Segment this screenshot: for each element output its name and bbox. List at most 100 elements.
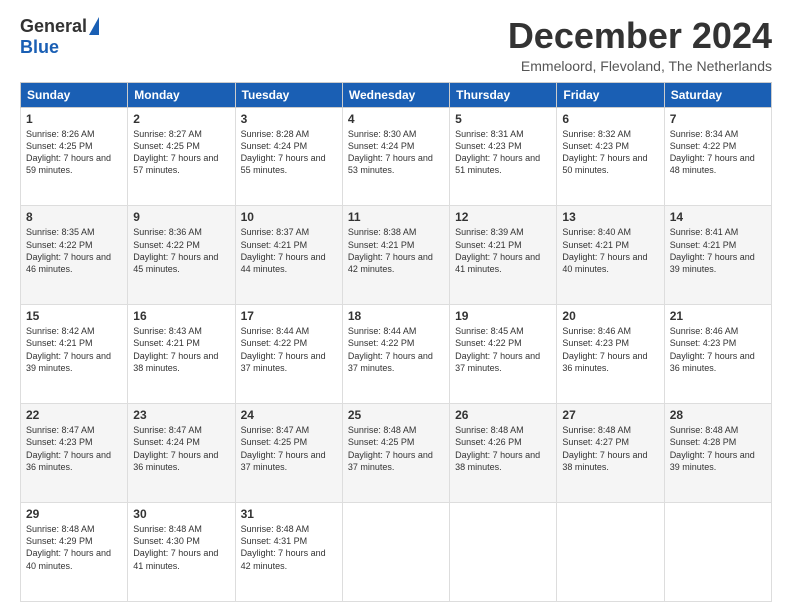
calendar-cell: 25 Sunrise: 8:48 AMSunset: 4:25 PMDayligh… [342,404,449,503]
day-number: 26 [455,408,551,422]
calendar-cell: 9Sunrise: 8:36 AMSunset: 4:22 PMDaylight… [128,206,235,305]
day-number: 4 [348,112,444,126]
day-number: 3 [241,112,337,126]
calendar-cell: 21 Sunrise: 8:46 AMSunset: 4:23 PMDayligh… [664,305,771,404]
cell-text: Sunrise: 8:28 AMSunset: 4:24 PMDaylight:… [241,128,337,177]
cell-text: Sunrise: 8:46 AMSunset: 4:23 PMDaylight:… [562,325,658,374]
day-number: 1 [26,112,122,126]
col-friday: Friday [557,82,664,107]
col-monday: Monday [128,82,235,107]
day-number: 7 [670,112,766,126]
cell-text: Sunrise: 8:48 AMSunset: 4:25 PMDaylight:… [348,424,444,473]
month-title: December 2024 [508,16,772,56]
day-number: 11 [348,210,444,224]
cell-text: Sunrise: 8:44 AMSunset: 4:22 PMDaylight:… [241,325,337,374]
cell-text: Sunrise: 8:35 AMSunset: 4:22 PMDaylight:… [26,226,122,275]
day-number: 12 [455,210,551,224]
cell-text: Sunrise: 8:39 AMSunset: 4:21 PMDaylight:… [455,226,551,275]
calendar-table: Sunday Monday Tuesday Wednesday Thursday… [20,82,772,602]
col-tuesday: Tuesday [235,82,342,107]
calendar-cell: 29Sunrise: 8:48 AMSunset: 4:29 PMDayligh… [21,503,128,602]
cell-text: Sunrise: 8:26 AMSunset: 4:25 PMDaylight:… [26,128,122,177]
calendar-cell: 24Sunrise: 8:47 AMSunset: 4:25 PMDayligh… [235,404,342,503]
calendar-cell: 22Sunrise: 8:47 AMSunset: 4:23 PMDayligh… [21,404,128,503]
day-number: 9 [133,210,229,224]
calendar-cell: 31Sunrise: 8:48 AMSunset: 4:31 PMDayligh… [235,503,342,602]
cell-text: Sunrise: 8:37 AMSunset: 4:21 PMDaylight:… [241,226,337,275]
cell-text: Sunrise: 8:48 AMSunset: 4:29 PMDaylight:… [26,523,122,572]
cell-text: Sunrise: 8:41 AMSunset: 4:21 PMDaylight:… [670,226,766,275]
day-number: 6 [562,112,658,126]
calendar-cell: 7 Sunrise: 8:34 AMSunset: 4:22 PMDaylight… [664,107,771,206]
header: General Blue December 2024 Emmeloord, Fl… [20,16,772,74]
calendar-row: 22Sunrise: 8:47 AMSunset: 4:23 PMDayligh… [21,404,772,503]
calendar-cell: 14 Sunrise: 8:41 AMSunset: 4:21 PMDayligh… [664,206,771,305]
day-number: 21 [670,309,766,323]
day-number: 5 [455,112,551,126]
day-number: 10 [241,210,337,224]
cell-text: Sunrise: 8:48 AMSunset: 4:28 PMDaylight:… [670,424,766,473]
day-number: 13 [562,210,658,224]
day-number: 15 [26,309,122,323]
calendar-row: 15 Sunrise: 8:42 AMSunset: 4:21 PMDayligh… [21,305,772,404]
day-number: 31 [241,507,337,521]
calendar-cell: 16 Sunrise: 8:43 AMSunset: 4:21 PMDayligh… [128,305,235,404]
cell-text: Sunrise: 8:48 AMSunset: 4:27 PMDaylight:… [562,424,658,473]
calendar-cell: 3 Sunrise: 8:28 AMSunset: 4:24 PMDaylight… [235,107,342,206]
day-number: 18 [348,309,444,323]
calendar-cell: 18 Sunrise: 8:44 AMSunset: 4:22 PMDayligh… [342,305,449,404]
cell-text: Sunrise: 8:32 AMSunset: 4:23 PMDaylight:… [562,128,658,177]
cell-text: Sunrise: 8:47 AMSunset: 4:23 PMDaylight:… [26,424,122,473]
calendar-cell: 13 Sunrise: 8:40 AMSunset: 4:21 PMDayligh… [557,206,664,305]
calendar-cell: 23 Sunrise: 8:47 AMSunset: 4:24 PMDayligh… [128,404,235,503]
day-number: 23 [133,408,229,422]
logo-triangle-icon [89,17,99,35]
calendar-row: 29Sunrise: 8:48 AMSunset: 4:29 PMDayligh… [21,503,772,602]
day-number: 20 [562,309,658,323]
cell-text: Sunrise: 8:42 AMSunset: 4:21 PMDaylight:… [26,325,122,374]
cell-text: Sunrise: 8:47 AMSunset: 4:25 PMDaylight:… [241,424,337,473]
page: General Blue December 2024 Emmeloord, Fl… [0,0,792,612]
calendar-cell [342,503,449,602]
day-number: 25 [348,408,444,422]
title-area: December 2024 Emmeloord, Flevoland, The … [508,16,772,74]
calendar-cell: 11Sunrise: 8:38 AMSunset: 4:21 PMDayligh… [342,206,449,305]
calendar-header-row: Sunday Monday Tuesday Wednesday Thursday… [21,82,772,107]
cell-text: Sunrise: 8:40 AMSunset: 4:21 PMDaylight:… [562,226,658,275]
calendar-cell: 30Sunrise: 8:48 AMSunset: 4:30 PMDayligh… [128,503,235,602]
col-sunday: Sunday [21,82,128,107]
cell-text: Sunrise: 8:46 AMSunset: 4:23 PMDaylight:… [670,325,766,374]
calendar-cell: 17Sunrise: 8:44 AMSunset: 4:22 PMDayligh… [235,305,342,404]
cell-text: Sunrise: 8:34 AMSunset: 4:22 PMDaylight:… [670,128,766,177]
calendar-cell: 15 Sunrise: 8:42 AMSunset: 4:21 PMDayligh… [21,305,128,404]
calendar-row: 1 Sunrise: 8:26 AMSunset: 4:25 PMDaylight… [21,107,772,206]
cell-text: Sunrise: 8:30 AMSunset: 4:24 PMDaylight:… [348,128,444,177]
calendar-cell: 2Sunrise: 8:27 AMSunset: 4:25 PMDaylight… [128,107,235,206]
day-number: 14 [670,210,766,224]
calendar-cell: 28 Sunrise: 8:48 AMSunset: 4:28 PMDayligh… [664,404,771,503]
cell-text: Sunrise: 8:45 AMSunset: 4:22 PMDaylight:… [455,325,551,374]
cell-text: Sunrise: 8:47 AMSunset: 4:24 PMDaylight:… [133,424,229,473]
cell-text: Sunrise: 8:31 AMSunset: 4:23 PMDaylight:… [455,128,551,177]
cell-text: Sunrise: 8:43 AMSunset: 4:21 PMDaylight:… [133,325,229,374]
calendar-cell: 6 Sunrise: 8:32 AMSunset: 4:23 PMDaylight… [557,107,664,206]
cell-text: Sunrise: 8:48 AMSunset: 4:30 PMDaylight:… [133,523,229,572]
calendar-cell: 4 Sunrise: 8:30 AMSunset: 4:24 PMDaylight… [342,107,449,206]
cell-text: Sunrise: 8:48 AMSunset: 4:26 PMDaylight:… [455,424,551,473]
calendar-cell: 5 Sunrise: 8:31 AMSunset: 4:23 PMDaylight… [450,107,557,206]
calendar-cell [557,503,664,602]
logo-general-text: General [20,16,87,37]
day-number: 8 [26,210,122,224]
cell-text: Sunrise: 8:44 AMSunset: 4:22 PMDaylight:… [348,325,444,374]
col-wednesday: Wednesday [342,82,449,107]
day-number: 16 [133,309,229,323]
logo-blue-text: Blue [20,37,59,58]
calendar-cell: 26 Sunrise: 8:48 AMSunset: 4:26 PMDayligh… [450,404,557,503]
logo: General Blue [20,16,99,58]
col-thursday: Thursday [450,82,557,107]
day-number: 2 [133,112,229,126]
day-number: 28 [670,408,766,422]
calendar-cell: 27Sunrise: 8:48 AMSunset: 4:27 PMDayligh… [557,404,664,503]
calendar-cell [664,503,771,602]
calendar-cell: 1 Sunrise: 8:26 AMSunset: 4:25 PMDaylight… [21,107,128,206]
